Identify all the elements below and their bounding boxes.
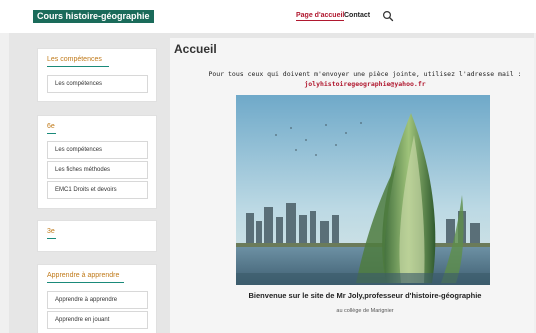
sidebar-item-competences[interactable]: Les compétences bbox=[47, 75, 148, 93]
welcome-heading: Bienvenue sur le site de Mr Joly,profess… bbox=[248, 291, 482, 300]
sidebar-card-title[interactable]: 6e bbox=[47, 123, 55, 130]
sidebar-card-apprendre: Apprendre à apprendre Apprendre à appren… bbox=[37, 264, 157, 333]
email-link[interactable]: jolyhistoiregeographie@yahoo.fr bbox=[304, 80, 425, 88]
sidebar-title-underline bbox=[47, 133, 56, 134]
hero-image bbox=[236, 95, 490, 285]
sidebar-item-fiches-methodes[interactable]: Les fiches méthodes bbox=[47, 161, 148, 179]
sidebar-title-underline bbox=[47, 66, 109, 67]
intro-text: Pour tous ceux qui doivent m'envoyer une… bbox=[208, 70, 522, 78]
sidebar-card-6e: 6e Les compétences Les fiches méthodes E… bbox=[37, 115, 157, 209]
sidebar-card-title[interactable]: Apprendre à apprendre bbox=[47, 272, 119, 279]
page-title: Accueil bbox=[174, 42, 217, 56]
sidebar-title-underline bbox=[47, 282, 124, 283]
sidebar-title-underline bbox=[47, 238, 56, 239]
sidebar-card-competences: Les compétences Les compétences bbox=[37, 48, 157, 102]
sidebar-card-title[interactable]: 3e bbox=[47, 228, 55, 235]
sidebar-item-6e-competences[interactable]: Les compétences bbox=[47, 141, 148, 159]
sidebar-item-apprendre[interactable]: Apprendre à apprendre bbox=[47, 291, 148, 309]
site-logo[interactable]: Cours histoire-géographie bbox=[33, 10, 154, 23]
intro-paragraph: Pour tous ceux qui doivent m'envoyer une… bbox=[200, 69, 530, 89]
sidebar-item-apprendre-jouant[interactable]: Apprendre en jouant bbox=[47, 311, 148, 329]
sidebar-card-title[interactable]: Les compétences bbox=[47, 56, 102, 63]
nav-link-home[interactable]: Page d'accueil bbox=[296, 12, 345, 21]
sidebar-card-3e: 3e bbox=[37, 220, 157, 252]
sidebar-item-emc1[interactable]: EMC1 Droits et devoirs bbox=[47, 181, 148, 199]
search-icon[interactable] bbox=[382, 10, 394, 22]
college-subtitle: au collège de Marignier bbox=[336, 308, 394, 314]
nav-link-contact[interactable]: Contact bbox=[344, 12, 370, 19]
top-navigation-bar: Cours histoire-géographie Page d'accueil… bbox=[0, 0, 536, 33]
